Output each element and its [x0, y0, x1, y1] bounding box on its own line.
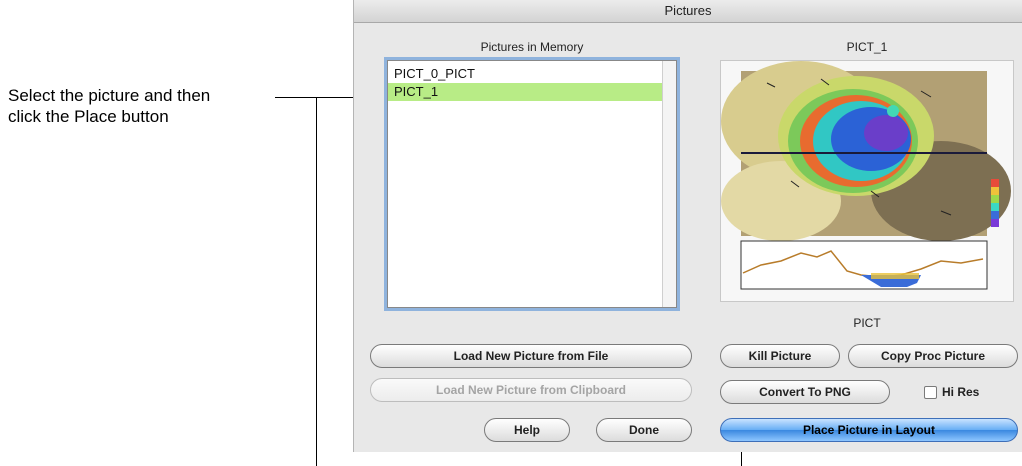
picture-preview — [720, 60, 1014, 302]
copy-proc-picture-button[interactable]: Copy Proc Picture — [848, 344, 1018, 368]
annotation-line-1: Select the picture and then — [8, 86, 211, 105]
load-from-file-button[interactable]: Load New Picture from File — [370, 344, 692, 368]
leader-line-place — [741, 452, 742, 466]
hi-res-label: Hi Res — [942, 385, 980, 399]
load-from-clipboard-button[interactable]: Load New Picture from Clipboard — [370, 378, 692, 402]
annotation-line-2: click the Place button — [8, 107, 169, 126]
list-header: Pictures in Memory — [480, 40, 584, 54]
hi-res-checkbox[interactable] — [924, 386, 937, 399]
list-scrollbar[interactable] — [662, 61, 676, 307]
list-item-selected[interactable]: PICT_1 — [388, 83, 676, 101]
pictures-dialog: Pictures Pictures in Memory PICT_1 PICT_… — [353, 0, 1022, 452]
preview-title: PICT_1 — [846, 40, 888, 54]
leader-line-vertical — [316, 97, 317, 466]
done-button[interactable]: Done — [596, 418, 692, 442]
list-item[interactable]: PICT_0_PICT — [388, 65, 676, 83]
format-label: PICT — [853, 316, 881, 330]
help-button[interactable]: Help — [484, 418, 570, 442]
pictures-list[interactable]: PICT_0_PICT PICT_1 — [387, 60, 677, 308]
map-preview-image — [721, 61, 1013, 301]
dialog-title: Pictures — [354, 0, 1022, 23]
kill-picture-button[interactable]: Kill Picture — [720, 344, 840, 368]
annotation-text: Select the picture and then click the Pl… — [8, 85, 210, 127]
convert-to-png-button[interactable]: Convert To PNG — [720, 380, 890, 404]
place-picture-button[interactable]: Place Picture in Layout — [720, 418, 1018, 442]
